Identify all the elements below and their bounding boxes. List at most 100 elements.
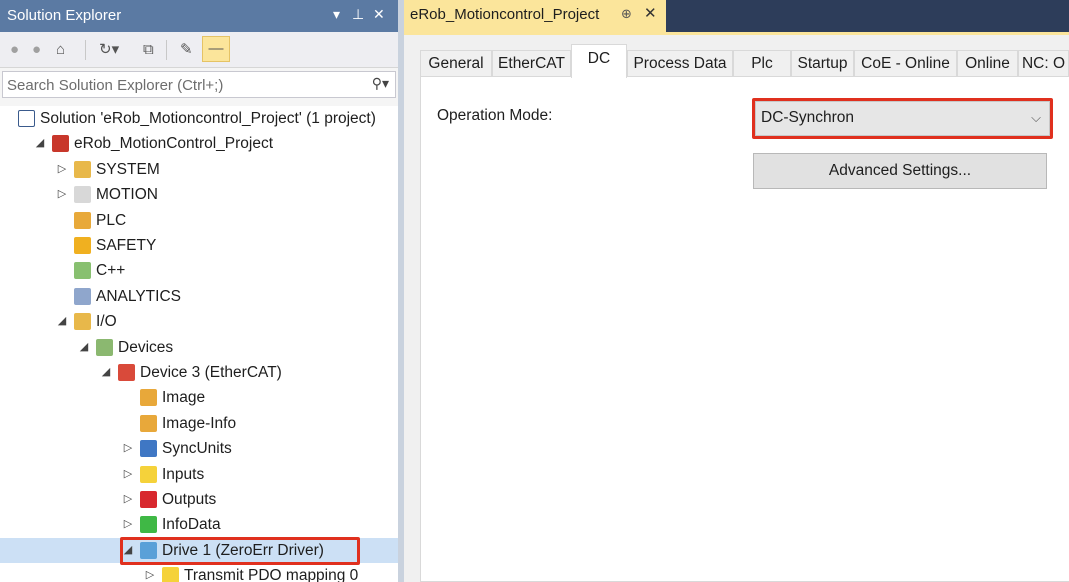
tree-node-label: SYSTEM <box>96 160 160 178</box>
close-panel-icon[interactable]: ✕ <box>373 6 385 23</box>
tree-node[interactable]: ◢ Drive 1 (ZeroErr Driver) <box>0 537 398 563</box>
tree-node-label: Device 3 (EtherCAT) <box>140 364 282 381</box>
expanded-arrow-icon[interactable]: ◢ <box>56 309 68 334</box>
twincat-project-icon <box>52 135 69 153</box>
tree-node[interactable]: ▷ Outputs <box>0 487 398 512</box>
tree-node-label: Transmit PDO mapping 0 <box>184 567 359 582</box>
tree-node[interactable]: ◢ eRob_MotionControl_Project <box>0 131 398 156</box>
search-solution-explorer-box[interactable]: ⚲▾ <box>2 71 396 98</box>
tree-node[interactable]: Image <box>0 385 398 410</box>
tree-node[interactable]: ▷ MOTION <box>0 182 398 207</box>
tab-dc[interactable]: DC <box>571 44 627 78</box>
tab-general[interactable]: General <box>420 50 492 77</box>
expanded-arrow-icon[interactable]: ◢ <box>34 131 46 156</box>
tab-ethercat[interactable]: EtherCAT <box>492 50 571 77</box>
device-property-tabs: General EtherCAT DC Process Data Plc Startup C… <box>420 44 1069 78</box>
tree-node[interactable]: ◢ Device 3 (EtherCAT) <box>0 360 398 385</box>
tree-node-label: Drive 1 (ZeroErr Driver) <box>162 541 324 559</box>
collapsed-arrow-icon[interactable]: ▷ <box>144 563 156 582</box>
search-input[interactable] <box>7 75 347 95</box>
tree-node-label: C++ <box>96 262 126 280</box>
tree-node[interactable]: Image-Info <box>0 411 398 436</box>
tree-node[interactable]: ▷ SYSTEM <box>0 157 398 182</box>
cpp-icon <box>74 262 91 280</box>
safety-icon <box>74 237 91 254</box>
collapsed-arrow-icon[interactable]: ▷ <box>122 436 134 461</box>
document-tab-title[interactable]: eRob_Motioncontrol_Project <box>410 6 599 23</box>
tree-node[interactable]: ◢ I/O <box>0 309 398 334</box>
collapsed-arrow-icon[interactable]: ▷ <box>122 462 134 487</box>
forward-icon[interactable]: ● <box>32 40 41 60</box>
tree-node[interactable]: C++ <box>0 258 398 283</box>
pin-tab-icon[interactable]: ⊕ <box>621 6 632 22</box>
auto-hide-pin-icon[interactable]: ⊥ <box>352 6 364 23</box>
advanced-settings-button[interactable]: Advanced Settings... <box>753 153 1047 189</box>
tree-node[interactable]: ◢ Devices <box>0 335 398 360</box>
tree-node-label: SAFETY <box>96 237 157 254</box>
device-editor: General EtherCAT DC Process Data Plc Startup C… <box>404 35 1069 582</box>
syncunits-icon <box>140 440 157 458</box>
solution-tree: Solution 'eRob_Motioncontrol_Project' (1… <box>0 106 398 582</box>
motion-icon <box>74 186 91 204</box>
search-icon[interactable]: ⚲▾ <box>372 75 389 92</box>
solution-icon <box>18 110 35 127</box>
expanded-arrow-icon[interactable]: ◢ <box>122 538 134 563</box>
home-icon[interactable]: ⌂ <box>56 40 65 60</box>
tree-node-label: Solution 'eRob_Motioncontrol_Project' (1… <box>40 110 376 127</box>
close-tab-icon[interactable]: ✕ <box>644 4 657 22</box>
tab-process-data[interactable]: Process Data <box>627 50 733 77</box>
collapsed-arrow-icon[interactable]: ▷ <box>56 182 68 207</box>
tab-startup[interactable]: Startup <box>791 50 854 77</box>
tree-node[interactable]: ▷ InfoData <box>0 512 398 537</box>
operation-mode-label: Operation Mode: <box>437 107 553 124</box>
collapsed-arrow-icon[interactable]: ▷ <box>56 157 68 182</box>
collapsed-arrow-icon[interactable]: ▷ <box>122 512 134 537</box>
tree-node-label: PLC <box>96 211 127 229</box>
ethercat-device-icon <box>118 364 135 381</box>
pending-changes-icon[interactable]: — <box>202 36 230 62</box>
image-icon <box>140 389 157 407</box>
tree-node[interactable]: SAFETY <box>0 233 398 258</box>
toolbar-separator <box>166 40 167 60</box>
tree-node[interactable]: ▷ SyncUnits <box>0 436 398 461</box>
tree-node[interactable]: PLC <box>0 208 398 233</box>
drive-icon <box>140 541 157 559</box>
document-tab-strip: eRob_Motioncontrol_Project ⊕ ✕ <box>404 0 1069 32</box>
analytics-icon <box>74 287 91 305</box>
tree-node-label: ANALYTICS <box>96 287 181 305</box>
tree-node-label: Image-Info <box>162 414 237 432</box>
outputs-icon <box>140 491 157 508</box>
document-tab[interactable]: eRob_Motioncontrol_Project ⊕ ✕ <box>404 0 666 32</box>
tree-node[interactable]: ANALYTICS <box>0 284 398 309</box>
tree-node-label: Devices <box>118 338 174 356</box>
tree-node[interactable]: ▷ Transmit PDO mapping 0 <box>0 563 398 582</box>
sync-icon[interactable]: ↻▾ <box>99 40 119 60</box>
collapsed-arrow-icon[interactable]: ▷ <box>122 487 134 512</box>
tab-nc-o[interactable]: NC: O <box>1018 50 1069 77</box>
tree-node-label: Image <box>162 389 206 407</box>
system-icon <box>74 160 91 178</box>
tree-node[interactable]: Solution 'eRob_Motioncontrol_Project' (1… <box>0 106 398 131</box>
image-info-icon <box>140 414 157 432</box>
window-position-dropdown-icon[interactable]: ▾ <box>333 6 340 23</box>
document-area: eRob_Motioncontrol_Project ⊕ ✕ General Et… <box>404 0 1069 582</box>
tree-node[interactable]: ▷ Inputs <box>0 462 398 487</box>
infodata-icon <box>140 516 157 534</box>
collapse-all-icon[interactable]: ⧉ <box>143 40 154 60</box>
tree-node-label: Inputs <box>162 465 205 483</box>
properties-icon[interactable]: ✎ <box>180 40 193 60</box>
expanded-arrow-icon[interactable]: ◢ <box>100 360 112 385</box>
tab-online[interactable]: Online <box>957 50 1018 77</box>
dc-tab-panel: Operation Mode: DC-Synchron ⌵ Advanced S… <box>420 76 1069 582</box>
expanded-arrow-icon[interactable]: ◢ <box>78 335 90 360</box>
plc-icon <box>74 211 91 229</box>
back-icon[interactable]: ● <box>10 40 19 60</box>
devices-icon <box>96 338 113 356</box>
tree-node-label: MOTION <box>96 186 158 204</box>
tab-coe-online[interactable]: CoE - Online <box>854 50 957 77</box>
tree-node-label: I/O <box>96 313 117 331</box>
tree-node-label: InfoData <box>162 516 221 534</box>
tab-plc[interactable]: Plc <box>733 50 791 77</box>
tree-node-label: Outputs <box>162 491 217 508</box>
solution-explorer-title-bar: Solution Explorer ▾ ⊥ ✕ <box>0 0 398 32</box>
